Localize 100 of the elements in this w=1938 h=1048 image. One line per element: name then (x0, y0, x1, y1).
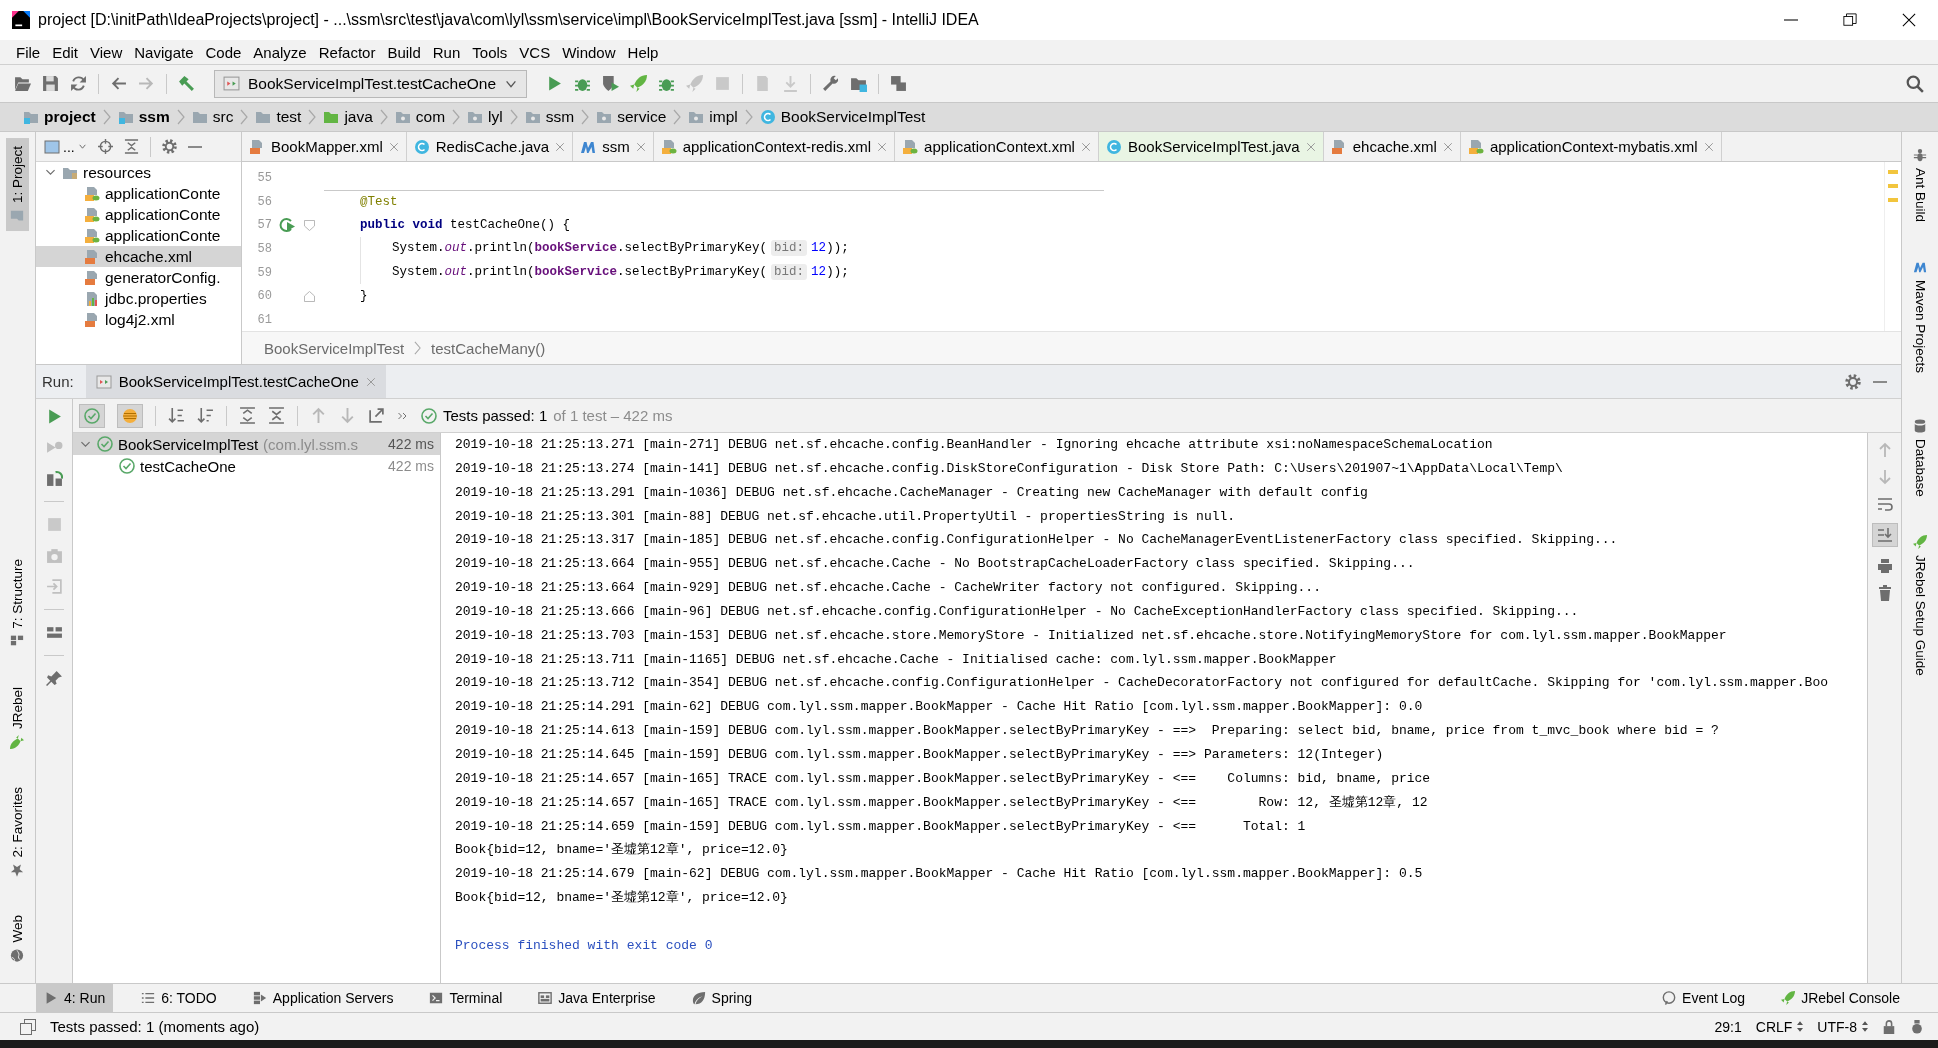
window-icon[interactable] (20, 1018, 36, 1035)
tab-close-icon[interactable] (388, 141, 399, 152)
tree-item[interactable]: applicationConte (36, 225, 241, 246)
breadcrumb-item[interactable]: BookServiceImplTest (756, 108, 929, 126)
tree-item[interactable]: applicationConte (36, 204, 241, 225)
menu-item[interactable]: Tools (466, 43, 514, 61)
filter-toggle[interactable] (117, 403, 143, 428)
breadcrumb-item[interactable]: lyl (464, 108, 506, 126)
tool-window-tab[interactable]: JRebel Console (1773, 984, 1908, 1012)
menu-item[interactable]: File (10, 43, 47, 61)
breadcrumb-item[interactable]: impl (685, 108, 741, 126)
tool-window-tab[interactable]: Database (1908, 411, 1932, 505)
menu-item[interactable]: Run (426, 43, 467, 61)
breadcrumb-item[interactable]: ssm (114, 108, 173, 126)
breadcrumb-item[interactable]: ssm (521, 108, 578, 126)
breadcrumb-item[interactable]: test (252, 108, 305, 126)
breadcrumb-item[interactable]: BookServiceImplTest (264, 339, 405, 357)
search-icon[interactable] (1906, 74, 1924, 93)
tab-close-icon[interactable] (635, 141, 646, 152)
tab-close-icon[interactable] (555, 141, 566, 152)
close-icon[interactable] (1901, 13, 1916, 27)
tree-item[interactable]: log4j2.xml (36, 309, 241, 330)
editor-tab[interactable]: ehcache.xml (1323, 132, 1461, 161)
tool-window-tab[interactable]: Ant Build (1908, 140, 1932, 231)
editor-tab[interactable]: applicationContext.xml (895, 132, 1099, 161)
forward-arrow-icon[interactable] (138, 75, 155, 92)
tab-close-icon[interactable] (1703, 141, 1714, 152)
menu-item[interactable]: Analyze (247, 43, 313, 61)
tree-item[interactable]: jdbc.properties (36, 288, 241, 309)
editor-tab[interactable]: applicationContext-redis.xml (653, 132, 896, 161)
view-selector[interactable]: ... (44, 138, 87, 155)
tool-window-tab[interactable]: JRebel (6, 678, 29, 757)
tool-window-tab[interactable]: Terminal (421, 984, 511, 1012)
tool-window-tab[interactable]: 7: Structure (6, 551, 29, 657)
expand-all-icon[interactable] (239, 407, 256, 424)
breadcrumb-item[interactable]: com (391, 108, 449, 126)
tool-window-tab[interactable]: Web (6, 907, 29, 971)
tool-window-tab[interactable]: 6: TODO (133, 984, 225, 1012)
filter-toggle[interactable] (79, 403, 105, 428)
wrench-icon[interactable] (822, 75, 840, 92)
menu-item[interactable]: Navigate (128, 43, 200, 61)
locate-icon[interactable] (97, 139, 113, 154)
sort-icon[interactable] (197, 407, 214, 424)
editor-tab[interactable]: BookMapper.xml (242, 132, 407, 161)
tree-item[interactable]: resources (36, 162, 241, 183)
hammer-icon[interactable] (178, 75, 195, 92)
back-arrow-icon[interactable] (110, 75, 127, 92)
tab-close-icon[interactable] (877, 141, 888, 152)
tab-close-icon[interactable] (1305, 141, 1316, 152)
tab-close-icon[interactable] (365, 376, 376, 387)
menu-item[interactable]: VCS (513, 43, 557, 61)
editor-tab[interactable]: RedisCache.java (406, 132, 574, 161)
test-tree-item[interactable]: testCacheOne 422 ms (73, 455, 440, 477)
sort-alpha-icon[interactable] (168, 407, 185, 424)
hide-icon[interactable] (1873, 380, 1887, 383)
print-icon[interactable] (1876, 558, 1893, 574)
toggle-auto-test-icon[interactable] (45, 470, 63, 487)
layout-icon[interactable] (45, 624, 63, 641)
menu-item[interactable]: Code (199, 43, 248, 61)
fold-end-icon[interactable] (303, 290, 315, 302)
breadcrumb-item[interactable]: java (320, 108, 376, 126)
tree-item[interactable]: ehcache.xml (36, 246, 241, 267)
settings-icon[interactable] (1845, 373, 1861, 390)
project-structure-icon[interactable] (850, 75, 868, 92)
tool-window-tab[interactable]: 1: Project (6, 138, 29, 232)
encoding-selector[interactable]: UTF-8 (1817, 1018, 1868, 1035)
tool-window-tab[interactable]: Event Log (1654, 984, 1754, 1012)
tool-window-tab[interactable]: Spring (683, 984, 761, 1012)
lock-icon[interactable] (1882, 1019, 1896, 1034)
trash-icon[interactable] (1876, 585, 1893, 601)
editor-tab[interactable]: applicationContext-mybatis.xml (1460, 132, 1722, 161)
soft-wrap-icon[interactable] (1876, 496, 1893, 512)
menu-item[interactable]: Build (381, 43, 427, 61)
scroll-to-end-toggle[interactable] (1871, 523, 1898, 547)
export-icon[interactable] (368, 407, 385, 424)
minimize-icon[interactable] (1783, 19, 1798, 21)
down-arrow-icon[interactable] (1876, 469, 1893, 485)
breadcrumb-item[interactable]: src (188, 108, 237, 126)
cursor-position[interactable]: 29:1 (1714, 1018, 1742, 1035)
down-arrow-icon[interactable] (339, 407, 356, 424)
menu-item[interactable]: Window (556, 43, 622, 61)
tab-close-icon[interactable] (1080, 141, 1091, 152)
hide-icon[interactable] (187, 145, 202, 148)
tool-window-tab[interactable]: 4: Run (36, 984, 114, 1012)
editor-tab[interactable]: BookServiceImplTest.java (1098, 132, 1324, 161)
tree-item[interactable]: applicationConte (36, 183, 241, 204)
window-stack-icon[interactable] (890, 75, 908, 92)
collapse-all-icon[interactable] (123, 139, 139, 154)
tab-close-icon[interactable] (1442, 141, 1453, 152)
test-tree-item[interactable]: BookServiceImplTest (com.lyl.ssm.s 422 ms (73, 433, 440, 455)
folder-open-icon[interactable] (14, 75, 31, 92)
save-icon[interactable] (42, 75, 59, 92)
tool-window-tab[interactable]: Maven Projects (1908, 252, 1932, 382)
run-tab[interactable]: BookServiceImplTest.testCacheOne (85, 365, 386, 398)
line-separator-selector[interactable]: CRLF (1755, 1018, 1804, 1035)
up-arrow-icon[interactable] (310, 407, 327, 424)
menu-item[interactable]: Help (621, 43, 665, 61)
settings-icon[interactable] (161, 139, 177, 154)
tool-window-tab[interactable]: Java Enterprise (530, 984, 664, 1012)
tool-window-tab[interactable]: JRebel Setup Guide (1908, 526, 1932, 684)
